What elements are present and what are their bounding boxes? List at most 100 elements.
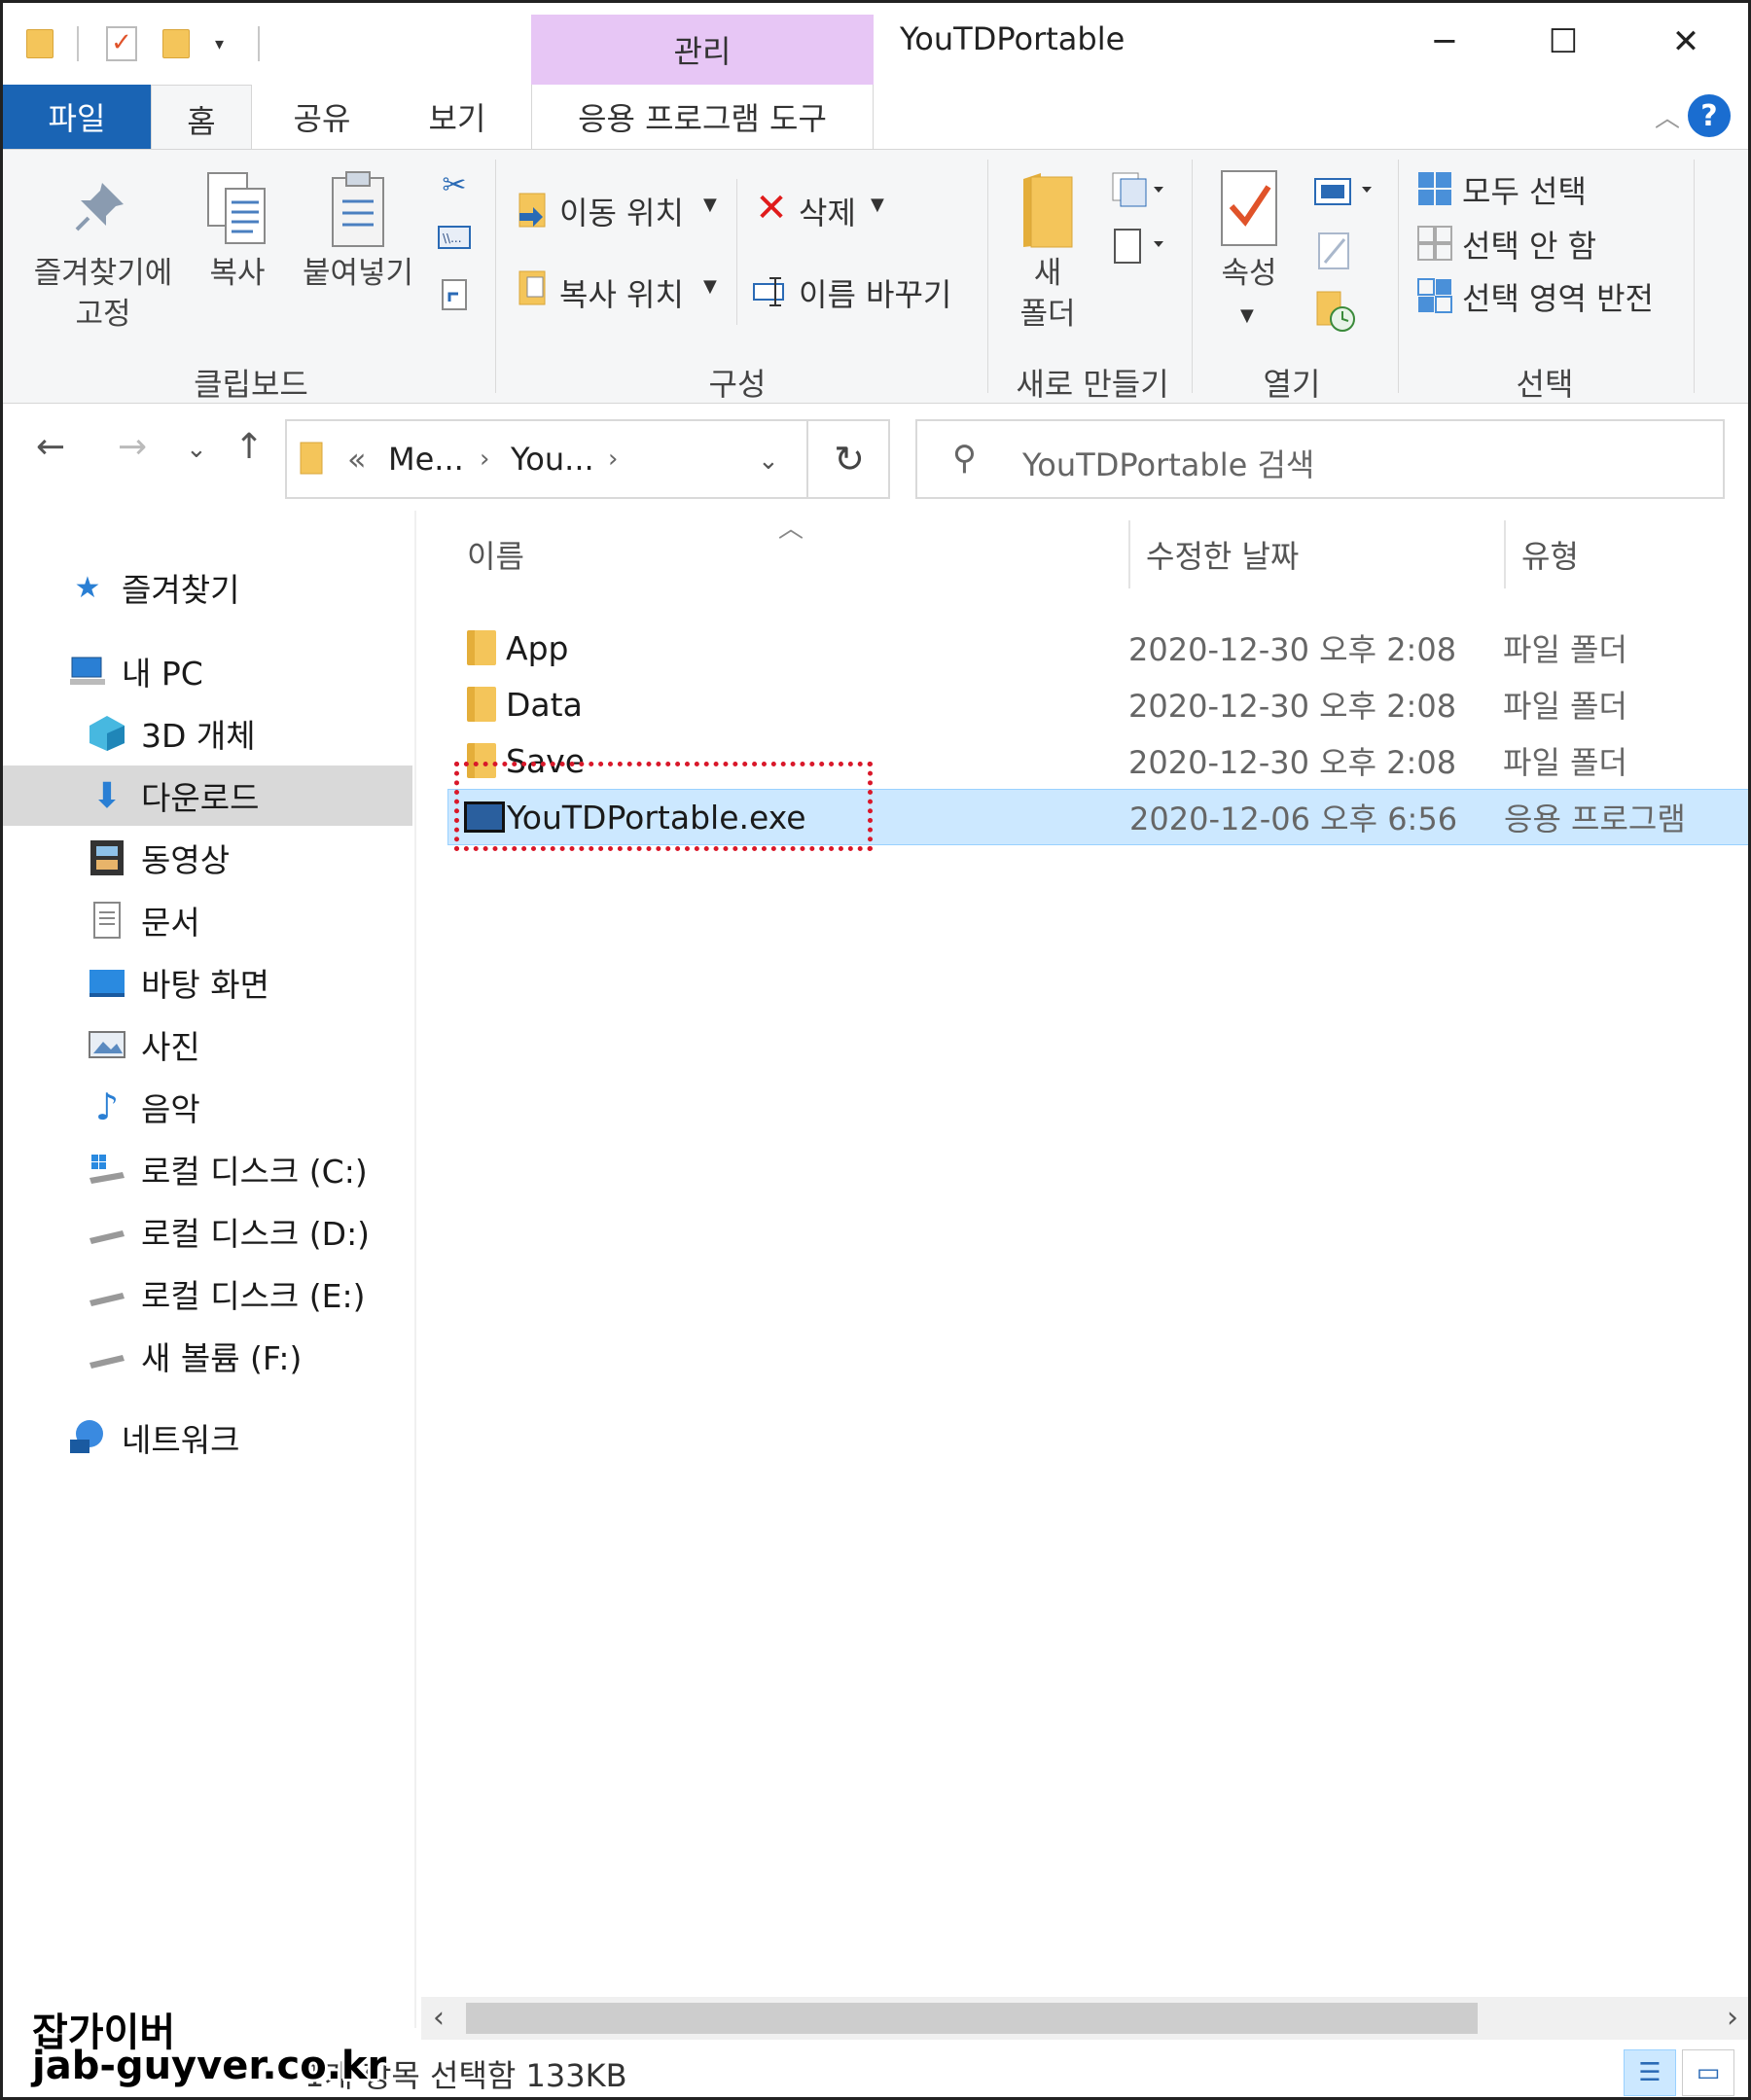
paste-shortcut-icon[interactable] — [437, 274, 472, 313]
address-bar[interactable]: « Me... › You... › ⌄ — [285, 419, 890, 499]
new-item-icon[interactable] — [1108, 169, 1166, 208]
navigation-bar: ← → ⌄ ↑ « Me... › You... › ⌄ ↻ ⚲ YouTDPo… — [3, 404, 1748, 511]
paste-button[interactable]: 붙여넣기 — [293, 253, 423, 294]
file-row[interactable]: Data 2020-12-30 오후 2:08 파일 폴더 — [447, 676, 1748, 732]
nav-item-label: 동영상 — [141, 841, 231, 879]
open-group-label: 열기 — [1263, 366, 1321, 403]
up-arrow-icon[interactable]: ↑ — [234, 427, 264, 467]
move-to-dropdown-icon[interactable]: ▼ — [703, 195, 717, 215]
invert-selection-button[interactable]: 선택 영역 반전 — [1462, 274, 1654, 319]
cut-scissors-icon[interactable]: ✂ — [437, 165, 472, 204]
breadcrumb-segment[interactable]: Me... — [388, 441, 464, 478]
horizontal-scrollbar[interactable]: ‹ › — [421, 1997, 1748, 2040]
nav-item-quick-access[interactable]: ★ 즐겨찾기 — [3, 557, 412, 618]
column-divider[interactable] — [1128, 520, 1130, 588]
nav-item-network[interactable]: 네트워크 — [3, 1407, 412, 1468]
context-tab-manage[interactable]: 관리 — [531, 15, 874, 85]
maximize-button[interactable]: ☐ — [1524, 13, 1602, 71]
column-header-type[interactable]: 유형 — [1521, 520, 1716, 588]
nav-item-videos[interactable]: 동영상 — [3, 828, 412, 888]
column-divider[interactable] — [1504, 520, 1506, 588]
file-name: App — [506, 628, 569, 667]
minimize-button[interactable]: ─ — [1406, 13, 1483, 71]
nav-item-downloads[interactable]: ⬇ 다운로드 — [3, 765, 412, 826]
rename-button[interactable]: 이름 바꾸기 — [799, 270, 951, 315]
recent-locations-chevron-icon[interactable]: ⌄ — [186, 435, 207, 464]
breadcrumb-overflow[interactable]: « — [347, 441, 367, 478]
drive-icon — [87, 1335, 127, 1376]
search-placeholder[interactable]: YouTDPortable 검색 — [1022, 441, 1314, 485]
nav-item-drive-d[interactable]: 로컬 디스크 (D:) — [3, 1201, 412, 1262]
nav-item-music[interactable]: ♪ 음악 — [3, 1077, 412, 1137]
details-view-icon[interactable]: ☰ — [1624, 2049, 1676, 2096]
rename-icon — [752, 272, 791, 311]
file-type: 응용 프로그램 — [1504, 801, 1686, 837]
watermark-url: jab-guyver.co.kr — [32, 2044, 387, 2088]
copy-to-button[interactable]: 복사 위치 — [559, 270, 684, 315]
nav-item-drive-e[interactable]: 로컬 디스크 (E:) — [3, 1264, 412, 1324]
column-header-name[interactable]: 이름 — [467, 520, 905, 588]
delete-button[interactable]: 삭제 — [799, 189, 856, 233]
scroll-right-icon[interactable]: › — [1727, 2001, 1738, 2035]
move-to-icon — [515, 191, 550, 230]
nav-item-drive-f[interactable]: 새 볼륨 (F:) — [3, 1326, 412, 1386]
delete-dropdown-icon[interactable]: ▼ — [871, 195, 884, 215]
ribbon-panel: 즐겨찾기에 고정 복사 붙여넣기 ✂ \\... 클립보드 이동 위치 ▼ 복사… — [3, 149, 1748, 404]
edit-icon[interactable] — [1310, 230, 1359, 272]
tab-share[interactable]: 공유 — [262, 85, 382, 149]
back-arrow-icon[interactable]: ← — [36, 427, 65, 467]
select-none-button[interactable]: 선택 안 함 — [1462, 222, 1596, 267]
scrollbar-thumb[interactable] — [466, 2003, 1478, 2034]
nav-item-label: 다운로드 — [141, 779, 260, 817]
ribbon-collapse-chevron-icon[interactable]: ︿ — [1655, 98, 1680, 134]
open-icon[interactable] — [1310, 171, 1378, 210]
quick-access-folder-icon[interactable] — [26, 24, 54, 63]
copy-button[interactable]: 복사 — [194, 253, 281, 294]
nav-item-label: 바탕 화면 — [141, 966, 269, 1004]
properties-dropdown-icon[interactable]: ▼ — [1240, 305, 1254, 326]
close-button[interactable]: ✕ — [1647, 13, 1725, 71]
properties-quick-icon[interactable]: ✓ — [106, 24, 137, 63]
forward-arrow-icon[interactable]: → — [118, 427, 147, 467]
customize-toolbar-chevron-icon[interactable]: ▾ — [215, 24, 224, 63]
history-icon[interactable] — [1310, 286, 1359, 335]
large-icons-view-icon[interactable]: ▭ — [1682, 2049, 1734, 2096]
nav-item-pictures[interactable]: 사진 — [3, 1014, 412, 1075]
select-all-icon — [1415, 169, 1454, 208]
copy-path-icon[interactable]: \\... — [437, 224, 472, 251]
scroll-left-icon[interactable]: ‹ — [433, 2001, 445, 2035]
drive-icon — [87, 1273, 127, 1314]
breadcrumb-segment[interactable]: You... — [511, 441, 594, 478]
new-group-label: 새로 만들기 — [1016, 366, 1169, 403]
new-folder-quick-icon[interactable] — [162, 24, 190, 63]
nav-item-3d-objects[interactable]: 3D 개체 — [3, 703, 412, 764]
ribbon-group-divider — [1192, 160, 1193, 393]
nav-item-drive-c[interactable]: 로컬 디스크 (C:) — [3, 1139, 412, 1199]
select-all-button[interactable]: 모두 선택 — [1462, 167, 1587, 212]
search-box[interactable]: ⚲ YouTDPortable 검색 — [915, 419, 1725, 499]
tab-application-tools[interactable]: 응용 프로그램 도구 — [531, 85, 874, 149]
pin-to-quick-access-button[interactable]: 즐겨찾기에 고정 — [20, 253, 186, 335]
breadcrumb-chevron-icon[interactable]: › — [480, 445, 489, 474]
address-history-chevron-icon[interactable]: ⌄ — [758, 446, 779, 476]
refresh-icon[interactable]: ↻ — [806, 419, 890, 499]
clipboard-group-label: 클립보드 — [194, 366, 308, 403]
tab-file[interactable]: 파일 — [3, 85, 151, 149]
help-button[interactable]: ? — [1688, 94, 1731, 137]
ribbon-tabs: 파일 홈 공유 보기 응용 프로그램 도구 — [3, 85, 1748, 153]
column-header-date[interactable]: 수정한 날짜 — [1146, 520, 1496, 588]
nav-item-desktop[interactable]: 바탕 화면 — [3, 952, 412, 1013]
file-row[interactable]: App 2020-12-30 오후 2:08 파일 폴더 — [447, 620, 1748, 676]
move-to-button[interactable]: 이동 위치 — [559, 189, 684, 233]
copy-to-dropdown-icon[interactable]: ▼ — [703, 276, 717, 297]
easy-access-icon[interactable] — [1108, 224, 1166, 267]
breadcrumb-chevron-icon[interactable]: › — [608, 445, 618, 474]
tab-home[interactable]: 홈 — [151, 85, 252, 153]
new-folder-button[interactable]: 새 폴더 — [1009, 253, 1087, 335]
nav-item-documents[interactable]: 문서 — [3, 890, 412, 950]
properties-button[interactable]: 속성 — [1205, 253, 1293, 294]
tab-view[interactable]: 보기 — [392, 85, 522, 149]
quick-access-divider — [258, 26, 260, 61]
ribbon-group-divider — [495, 160, 496, 393]
nav-item-this-pc[interactable]: 내 PC — [3, 641, 412, 701]
